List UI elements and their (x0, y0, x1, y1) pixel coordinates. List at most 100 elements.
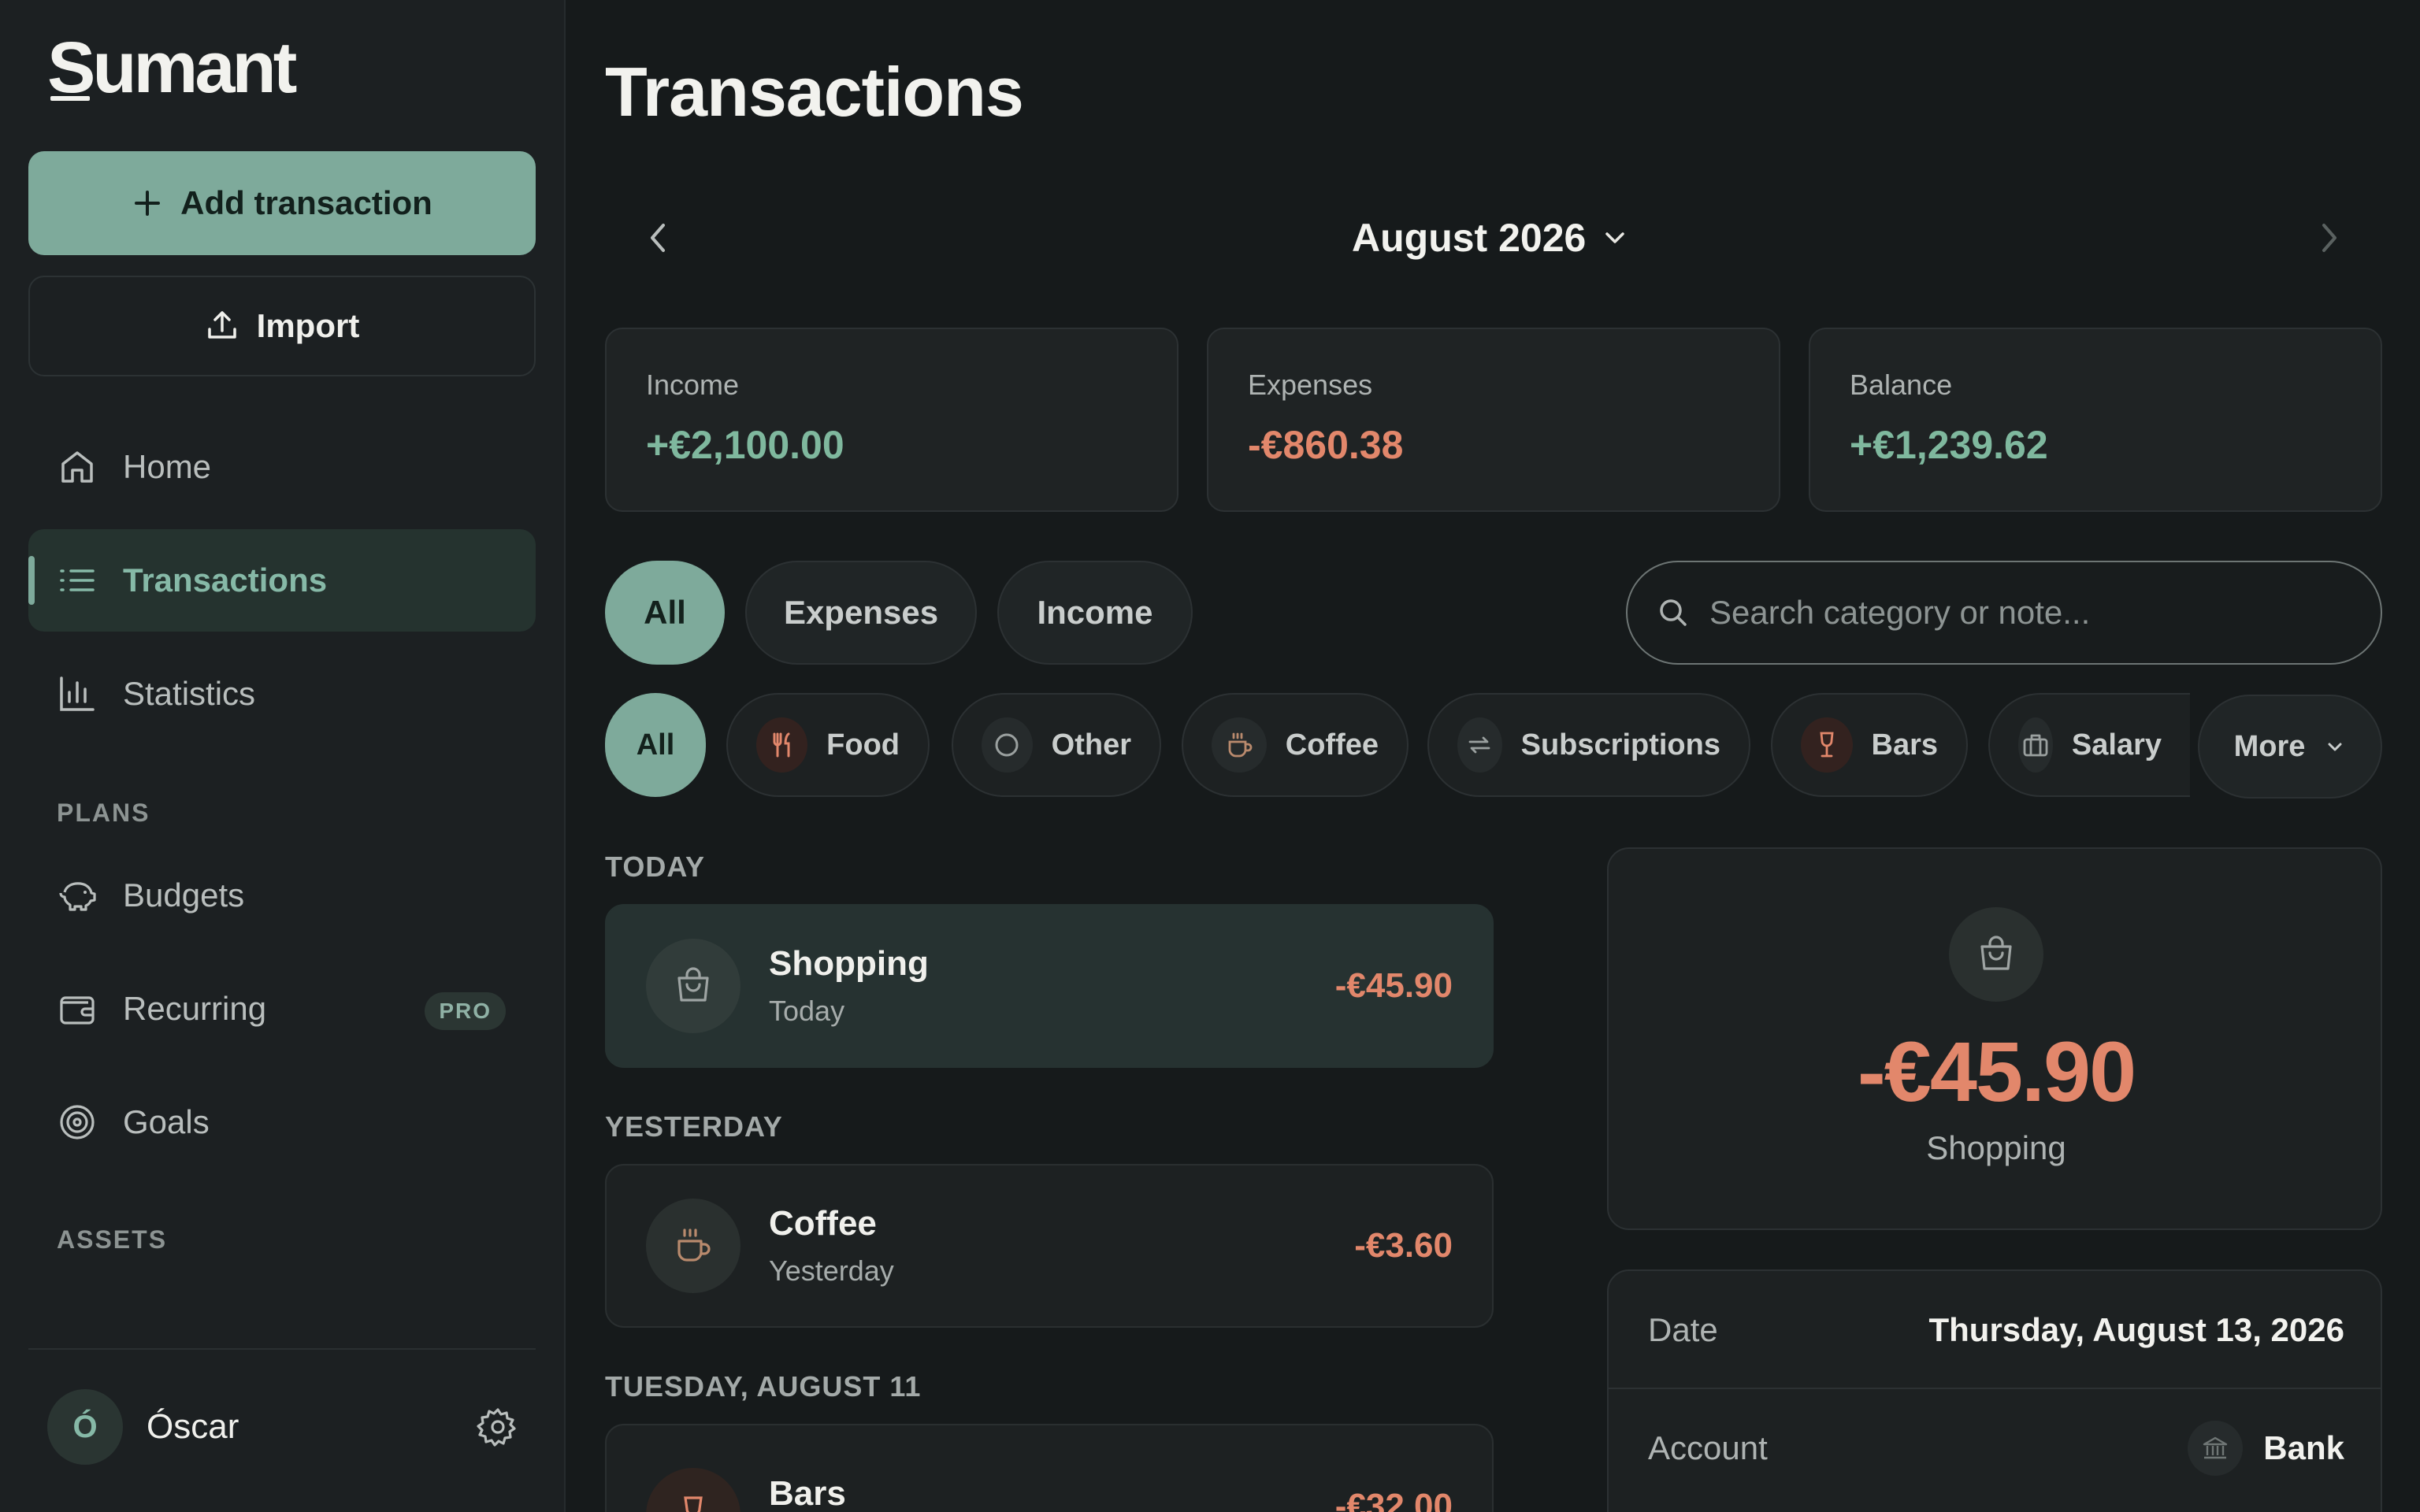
transaction-row[interactable]: Coffee Yesterday -€3.60 (605, 1164, 1494, 1328)
circle-icon (982, 717, 1033, 773)
chip-label: Bars (1871, 728, 1939, 762)
category-salary[interactable]: Salary (1988, 693, 2190, 797)
sidebar-item-goals[interactable]: Goals (28, 1071, 536, 1173)
shopping-bag-icon (1949, 907, 2043, 1002)
more-label: More (2233, 729, 2306, 763)
transaction-row[interactable]: Shopping Today -€45.90 (605, 904, 1494, 1068)
add-transaction-button[interactable]: Add transaction (28, 151, 536, 255)
list-icon (57, 560, 98, 601)
stat-value: -€860.38 (1248, 423, 1404, 467)
chip-label: All (636, 728, 675, 762)
transaction-detail-card: -€45.90 Shopping (1607, 847, 2382, 1230)
stat-label: Income (646, 369, 740, 401)
bar-chart-icon (57, 673, 98, 714)
chip-label: Coffee (1285, 728, 1379, 762)
transaction-title: Coffee (769, 1204, 877, 1243)
sidebar-item-home[interactable]: Home (28, 416, 536, 518)
wine-glass-icon (1801, 717, 1853, 773)
plus-icon (135, 191, 161, 216)
search-box (1626, 561, 2382, 665)
sidebar-item-budgets[interactable]: Budgets (28, 844, 536, 947)
target-icon (57, 1102, 98, 1143)
income-card: Income +€2,100.00 (605, 328, 1178, 512)
filter-all[interactable]: All (605, 561, 725, 665)
briefcase-icon (2018, 717, 2053, 773)
group-label-today: TODAY (605, 850, 706, 883)
detail-amount: -€45.90 (1857, 1024, 2136, 1119)
account-value: Bank (2263, 1429, 2344, 1466)
chevron-left-icon[interactable] (638, 214, 677, 261)
group-label-yesterday: YESTERDAY (605, 1110, 783, 1143)
wine-glass-icon (646, 1468, 740, 1512)
transaction-amount: -€32.00 (1334, 1487, 1453, 1512)
category-subscriptions[interactable]: Subscriptions (1427, 693, 1750, 797)
filter-income[interactable]: Income (997, 561, 1193, 665)
avatar: Ó (47, 1389, 123, 1465)
chevron-down-icon (1605, 232, 1625, 243)
coffee-cup-icon (646, 1199, 740, 1293)
add-transaction-label: Add transaction (180, 184, 432, 221)
logo-underline (50, 96, 90, 101)
more-categories-button[interactable]: More (2198, 695, 2382, 799)
transaction-amount: -€45.90 (1334, 966, 1453, 1005)
transaction-info-card: Date Thursday, August 13, 2026 Account B… (1607, 1269, 2382, 1512)
search-icon (1660, 599, 1687, 626)
chip-label: Subscriptions (1520, 728, 1720, 762)
category-all[interactable]: All (605, 693, 706, 797)
transaction-title: Shopping (769, 944, 929, 983)
wallet-icon (57, 988, 98, 1029)
chip-label: Food (826, 728, 900, 762)
pro-badge: PRO (425, 992, 506, 1030)
transaction-row[interactable]: Bars -€32.00 (605, 1424, 1494, 1512)
chip-label: Other (1051, 728, 1131, 762)
repeat-icon (1457, 717, 1502, 773)
category-coffee[interactable]: Coffee (1182, 693, 1409, 797)
group-label-tuesday: TUESDAY, AUGUST 11 (605, 1370, 922, 1403)
expenses-card: Expenses -€860.38 (1207, 328, 1780, 512)
piggy-bank-icon (57, 875, 98, 916)
transaction-title: Bars (769, 1474, 846, 1512)
category-other[interactable]: Other (952, 693, 1161, 797)
sidebar-item-transactions[interactable]: Transactions (28, 529, 536, 632)
transaction-subtitle: Today (769, 995, 845, 1027)
sidebar-divider (28, 1348, 536, 1350)
stat-value: +€2,100.00 (646, 423, 844, 467)
month-selector[interactable]: August 2026 (1352, 214, 1628, 261)
chevron-right-icon[interactable] (2310, 214, 2349, 261)
detail-category: Shopping (1926, 1129, 2066, 1166)
month-label: August 2026 (1352, 216, 1587, 260)
user-name: Óscar (147, 1407, 239, 1446)
chip-label: Salary (2071, 728, 2162, 762)
category-bars[interactable]: Bars (1771, 693, 1968, 797)
upload-icon (207, 311, 236, 339)
stat-label: Expenses (1248, 369, 1373, 401)
section-label-plans: PLANS (57, 799, 150, 827)
sidebar: Sumant Add transaction Import Home Trans… (0, 0, 566, 1512)
coffee-cup-icon (1212, 717, 1267, 773)
sidebar-item-label: Budgets (123, 876, 245, 914)
filter-expenses[interactable]: Expenses (745, 561, 977, 665)
bank-icon (2188, 1421, 2244, 1476)
sidebar-item-label: Home (123, 448, 212, 485)
home-icon (57, 447, 98, 487)
transaction-subtitle: Yesterday (769, 1254, 894, 1287)
sidebar-item-recurring[interactable]: Recurring PRO (28, 958, 536, 1060)
info-value: Thursday, August 13, 2026 (1928, 1311, 2344, 1348)
category-food[interactable]: Food (726, 693, 930, 797)
sidebar-item-label: Transactions (123, 561, 328, 598)
info-row-date: Date Thursday, August 13, 2026 (1609, 1271, 2381, 1389)
gear-icon[interactable] (476, 1405, 520, 1449)
info-value-wrapper: Bank (2188, 1421, 2344, 1476)
import-label: Import (256, 307, 360, 344)
info-key: Account (1648, 1429, 1768, 1466)
sidebar-item-statistics[interactable]: Statistics (28, 643, 536, 745)
section-label-assets: ASSETS (57, 1225, 168, 1254)
transaction-amount: -€3.60 (1354, 1226, 1453, 1265)
search-input[interactable] (1709, 594, 2340, 632)
sidebar-item-label: Recurring (123, 990, 267, 1027)
info-row-account[interactable]: Account Bank (1609, 1389, 2381, 1507)
fork-knife-icon (756, 717, 808, 773)
stat-value: +€1,239.62 (1850, 423, 2048, 467)
import-button[interactable]: Import (28, 276, 536, 376)
user-profile[interactable]: Ó Óscar (47, 1388, 520, 1466)
